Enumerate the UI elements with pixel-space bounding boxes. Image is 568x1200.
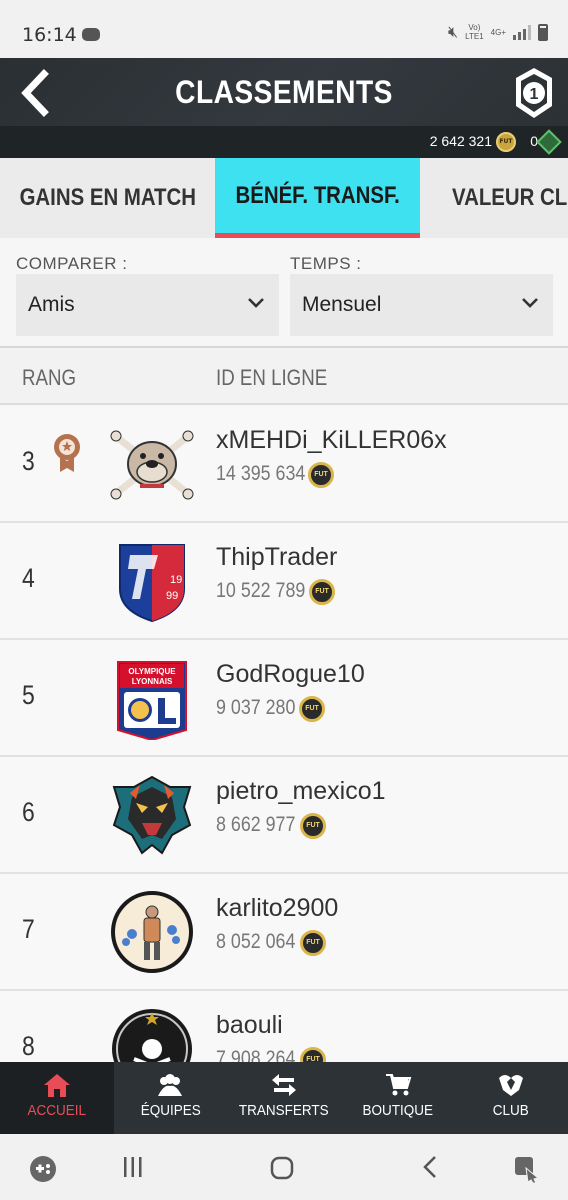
fc-tokyo-crest-icon: 19 99 — [119, 544, 185, 623]
rank-number: 5 — [22, 680, 35, 710]
app-header: CLASSEMENTS 1 2 642 321 FUT 0 — [0, 58, 568, 158]
compare-value: Amis — [28, 293, 75, 316]
tab-benef-transf[interactable]: BÉNÉF. TRANSF. — [215, 158, 420, 238]
fut-coin-icon: FUT — [300, 930, 326, 956]
rank-number: 7 — [22, 914, 35, 944]
leaderboard-row[interactable]: 6 pietro_mexico1 8 662 977 FUT — [0, 757, 568, 874]
coins-amount: 2 642 321 — [429, 133, 492, 149]
system-navigation-bar — [0, 1134, 568, 1200]
leaderboard-row[interactable]: 4 19 99 ThipTrader 10 522 789 FUT — [0, 523, 568, 640]
astronaut-crest-icon — [111, 891, 193, 973]
time-value: Mensuel — [302, 293, 382, 316]
season-badge-number: 1 — [530, 86, 539, 103]
list-header: RANG ID EN LIGNE — [0, 349, 568, 405]
player-name: baouli — [216, 1011, 283, 1039]
nav-club[interactable]: CLUB — [454, 1062, 568, 1134]
mute-icon: 🔇︎ — [448, 22, 459, 41]
transfer-icon — [271, 1074, 296, 1096]
currency-bar: 2 642 321 FUT 0 — [0, 126, 568, 158]
jaguar-crest-icon — [112, 775, 192, 855]
fifa-points-icon — [536, 129, 562, 155]
player-value: 8 052 064 — [216, 930, 296, 953]
player-name: ThipTrader — [216, 543, 338, 571]
season-objectives-icon[interactable]: 1 — [512, 66, 556, 120]
status-time: 16:14 — [22, 24, 77, 46]
player-name: xMEHDi_KiLLER06x — [216, 426, 447, 454]
page-title: CLASSEMENTS — [175, 74, 393, 110]
crest-text: LYONNAIS — [132, 677, 173, 686]
app-root: 16:14 🔇︎ Vo) LTE1 4G+ CLASSEMENTS 1 2 64… — [0, 0, 568, 1200]
battery-icon — [538, 23, 548, 41]
tab-valeur-club[interactable]: VALEUR CLUB — [420, 158, 568, 238]
bulldog-crest-icon — [110, 430, 194, 500]
tab-label: BÉNÉF. TRANSF. — [235, 181, 400, 209]
rank-number: 6 — [22, 797, 35, 827]
fut-coin-icon: FUT — [309, 579, 335, 605]
club-icon — [499, 1075, 524, 1096]
compare-label: COMPARER : — [16, 254, 128, 273]
player-name: pietro_mexico1 — [216, 777, 386, 805]
crest-text: OLYMPIQUE — [128, 667, 176, 676]
filters-panel: COMPARER : Amis TEMPS : Mensuel — [0, 238, 568, 348]
rank-number: 3 — [22, 446, 35, 476]
coin-icon: FUT — [496, 132, 516, 152]
nav-transferts[interactable]: TRANSFERTS — [227, 1062, 341, 1134]
nav-label: BOUTIQUE — [362, 1102, 433, 1119]
leaderboard-row[interactable]: 3 xMEHDi_KiLLER06x 14 395 634 FUT — [0, 406, 568, 523]
player-name: GodRogue10 — [216, 660, 365, 688]
status-bar: 16:14 🔇︎ Vo) LTE1 4G+ — [0, 0, 568, 58]
time-dropdown[interactable]: Mensuel — [290, 274, 553, 336]
network-indicator: Vo) LTE1 — [465, 23, 484, 41]
compare-dropdown[interactable]: Amis — [16, 274, 279, 336]
nav-equipes[interactable]: ÉQUIPES — [114, 1062, 228, 1134]
nav-label: CLUB — [493, 1102, 530, 1119]
fut-coin-icon: FUT — [300, 813, 326, 839]
screen-assist-icon[interactable] — [512, 1154, 542, 1184]
chevron-down-icon — [522, 298, 538, 308]
nav-label: ACCUEIL — [27, 1102, 87, 1119]
player-name: karlito2900 — [216, 894, 339, 922]
leaderboard-row[interactable]: 5 OLYMPIQUE LYONNAIS GodRogue10 9 037 28… — [0, 640, 568, 757]
home-button-icon[interactable] — [268, 1154, 296, 1182]
chevron-down-icon — [248, 298, 264, 308]
leaderboard-tabs: GAINS EN MATCH BÉNÉF. TRANSF. VALEUR CLU… — [0, 158, 568, 238]
tab-label: GAINS EN MATCH — [19, 184, 196, 211]
time-label: TEMPS : — [290, 254, 362, 273]
fut-coin-icon: FUT — [308, 462, 334, 488]
gamepad-icon — [82, 28, 100, 41]
status-icons: 🔇︎ Vo) LTE1 4G+ — [448, 22, 548, 42]
rank-number: 8 — [22, 1031, 35, 1061]
signal-icon — [513, 24, 531, 40]
crest-number: 99 — [166, 590, 178, 602]
crest-number: 19 — [170, 574, 182, 586]
bottom-navigation: ACCUEIL ÉQUIPES TRANSFERTS BOUTIQUE CLUB — [0, 1062, 568, 1134]
nav-boutique[interactable]: BOUTIQUE — [341, 1062, 455, 1134]
recent-apps-icon[interactable] — [120, 1154, 146, 1180]
player-value: 9 037 280 — [216, 696, 296, 719]
rank-column-header: RANG — [22, 365, 77, 390]
bronze-medal-icon — [54, 434, 80, 472]
nav-label: TRANSFERTS — [239, 1102, 329, 1119]
network-type: 4G+ — [490, 27, 506, 37]
team-icon — [158, 1074, 183, 1096]
home-icon — [43, 1074, 70, 1097]
cart-icon — [385, 1074, 411, 1096]
rank-number: 4 — [22, 563, 35, 593]
game-launcher-icon[interactable] — [28, 1154, 58, 1184]
player-value: 10 522 789 — [216, 579, 306, 602]
nav-accueil[interactable]: ACCUEIL — [0, 1062, 114, 1134]
back-button-icon[interactable] — [418, 1154, 444, 1180]
lte-label: LTE1 — [465, 32, 484, 41]
leaderboard-row[interactable]: 7 karlito2900 8 052 064 FUT — [0, 874, 568, 991]
olympique-lyonnais-crest-icon: OLYMPIQUE LYONNAIS — [117, 661, 187, 740]
volte-label: Vo) — [468, 23, 481, 32]
player-value: 8 662 977 — [216, 813, 296, 836]
tab-label: VALEUR CLUB — [452, 184, 568, 211]
fut-coin-icon: FUT — [299, 696, 325, 722]
tab-gains-en-match[interactable]: GAINS EN MATCH — [0, 158, 215, 238]
player-value: 14 395 634 — [216, 462, 306, 485]
id-column-header: ID EN LIGNE — [216, 365, 328, 390]
nav-label: ÉQUIPES — [140, 1102, 201, 1119]
